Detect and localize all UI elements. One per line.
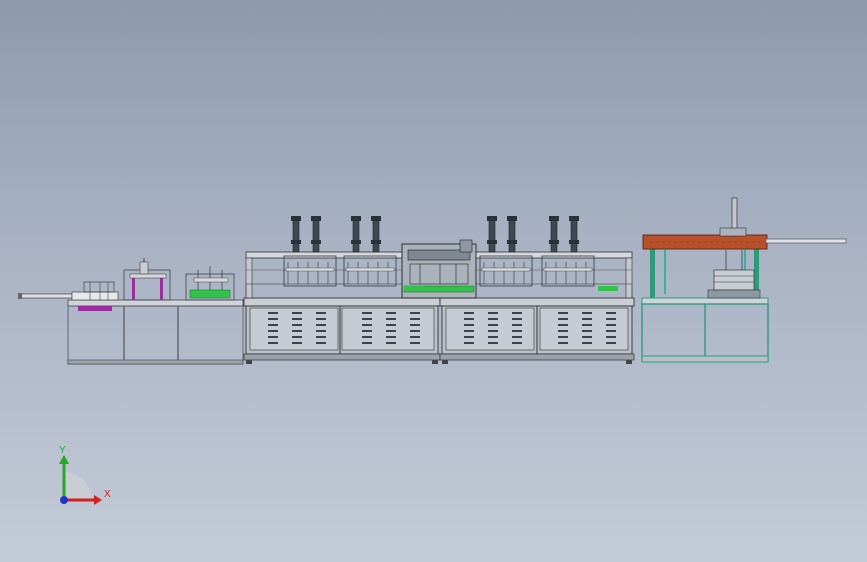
cad-viewport[interactable]: Y X: [0, 0, 867, 562]
y-axis-label: Y: [59, 445, 66, 456]
z-axis-dot: [60, 496, 68, 504]
purple-tray: [78, 306, 112, 311]
left-table: [67, 258, 244, 365]
x-axis-label: X: [104, 489, 111, 500]
axis-triad: Y X: [59, 445, 111, 505]
unloader-frame: [641, 197, 847, 363]
infeed-rail: [18, 293, 73, 299]
